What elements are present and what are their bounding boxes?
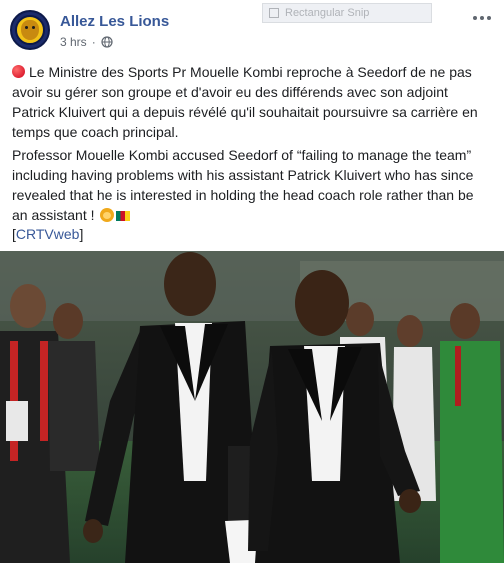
meta-separator: · bbox=[91, 35, 96, 49]
photo-image bbox=[0, 251, 504, 563]
globe-icon[interactable] bbox=[101, 36, 113, 48]
post-text-french-content: Le Ministre des Sports Pr Mouelle Kombi … bbox=[12, 64, 478, 140]
rectangular-snip-overlay[interactable]: Rectangular Snip bbox=[262, 3, 432, 23]
post-text-english: Professor Mouelle Kombi accused Seedorf … bbox=[12, 145, 492, 225]
link-bracket-close: ] bbox=[79, 226, 84, 242]
more-options-icon[interactable] bbox=[470, 8, 494, 28]
cameroon-flag-emoji-icon bbox=[116, 211, 131, 221]
post-meta: 3 hrs · bbox=[60, 35, 113, 49]
source-link[interactable]: CRTVweb bbox=[16, 226, 80, 242]
lion-face-icon bbox=[21, 20, 39, 40]
lion-emoji-icon bbox=[100, 208, 115, 222]
source-link-line: [CRTVweb] bbox=[12, 224, 83, 244]
post-text-english-content: Professor Mouelle Kombi accused Seedorf … bbox=[12, 147, 474, 223]
facebook-post: Allez Les Lions 3 hrs · Rectangular Snip… bbox=[0, 0, 504, 563]
post-photo[interactable] bbox=[0, 251, 504, 563]
red-circle-emoji-icon bbox=[12, 65, 25, 78]
post-timestamp[interactable]: 3 hrs bbox=[60, 35, 87, 49]
snip-icon bbox=[269, 8, 279, 18]
page-avatar[interactable] bbox=[10, 10, 50, 50]
post-text-french: Le Ministre des Sports Pr Mouelle Kombi … bbox=[12, 62, 492, 142]
page-name-link[interactable]: Allez Les Lions bbox=[60, 13, 169, 30]
snip-label: Rectangular Snip bbox=[285, 7, 370, 19]
